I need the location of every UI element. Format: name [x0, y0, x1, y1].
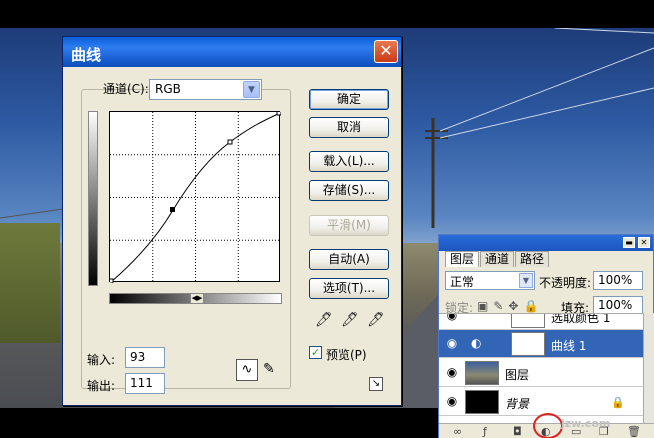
close-button[interactable]: ✕ [374, 40, 398, 63]
layer-name: 曲线 1 [551, 339, 587, 353]
layer-row[interactable]: ◉ 图层 [439, 359, 643, 387]
preview-label: 预览(P) [326, 348, 367, 362]
input-field[interactable]: 93 [125, 347, 165, 368]
layer-name: 图层 [505, 368, 530, 382]
layer-list: ◉ 选取颜色 1 ◉ ◐ 曲线 1 ◉ 图层 ◉ 背景 🔒 [439, 313, 643, 423]
blend-mode-value: 正常 [450, 275, 475, 289]
chevron-down-icon[interactable]: ▼ [519, 273, 533, 288]
auto-button[interactable]: 自动(A) [309, 249, 389, 270]
preview-checkbox[interactable]: ✓ [309, 346, 322, 359]
gray-eyedropper-icon[interactable]: 🖊 [341, 312, 359, 328]
curve-point-black[interactable] [108, 278, 114, 284]
fx-icon[interactable]: ƒ [483, 425, 487, 438]
gradient-toggle-icon[interactable]: ◀▶ [190, 293, 204, 304]
layers-scrollbar[interactable] [643, 313, 654, 423]
opacity-value: 100% [598, 273, 633, 287]
layers-panel: ▬ ✕ 图层 通道 路径 正常 ▼ 不透明度: 100% 锁定: ▣✎✥🔒 填充… [438, 234, 654, 438]
layer-thumbnail [465, 390, 499, 414]
highlight-circle [533, 413, 563, 438]
channel-label: 通道(C): [103, 82, 149, 96]
tab-paths[interactable]: 路径 [515, 251, 550, 267]
eye-icon[interactable]: ◉ [444, 336, 460, 350]
blend-mode-select[interactable]: 正常 ▼ [445, 271, 535, 290]
curve-grid [110, 112, 281, 283]
lock-icons[interactable]: ▣✎✥🔒 [477, 299, 543, 313]
layers-titlebar[interactable]: ▬ ✕ [439, 235, 653, 251]
eye-icon[interactable]: ◉ [444, 365, 460, 379]
fill-value: 100% [598, 298, 633, 312]
curves-dialog: 曲线 ✕ 通道(C): RGB ▼ ◀▶ 输入: 93 输出: 111 ∿ ✎ … [62, 36, 402, 406]
layer-row[interactable]: ◉ ◐ 曲线 1 [439, 330, 643, 358]
curve-point-white[interactable] [276, 110, 282, 116]
layer-row[interactable]: ◉ 选取颜色 1 [439, 313, 643, 330]
channel-value: RGB [155, 82, 181, 96]
chevron-down-icon[interactable]: ▼ [243, 81, 260, 98]
opacity-field[interactable]: 100% [593, 271, 643, 290]
channel-select[interactable]: RGB ▼ [149, 79, 262, 100]
trash-icon[interactable]: 🗑 [627, 425, 641, 438]
pencil-icon[interactable]: ✎ [263, 361, 275, 377]
tab-channels[interactable]: 通道 [480, 251, 515, 267]
layers-tabs: 图层 通道 路径 [445, 251, 550, 267]
opacity-label: 不透明度: [539, 276, 592, 290]
load-button[interactable]: 载入(L)... [309, 151, 389, 172]
curve-point-tool-icon[interactable]: ∿ [236, 359, 258, 381]
input-label: 输入: [87, 353, 116, 367]
screen: 曲线 ✕ 通道(C): RGB ▼ ◀▶ 输入: 93 输出: 111 ∿ ✎ … [0, 0, 654, 438]
dialog-title: 曲线 [71, 46, 102, 64]
white-eyedropper-icon[interactable]: 🖊 [367, 312, 385, 328]
mask-thumbnail [511, 332, 545, 356]
cancel-button[interactable]: 取消 [309, 117, 389, 138]
minimize-icon[interactable]: ▬ [623, 237, 635, 248]
curve-graph[interactable] [108, 110, 282, 284]
watermark: jzw.com [561, 417, 611, 430]
ok-button[interactable]: 确定 [309, 89, 389, 110]
mask-thumbnail [511, 314, 545, 328]
eye-icon[interactable]: ◉ [444, 314, 460, 322]
dialog-body: 通道(C): RGB ▼ ◀▶ 输入: 93 输出: 111 ∿ ✎ 确定 取消… [63, 67, 401, 405]
curve-canvas[interactable] [108, 110, 282, 284]
options-button[interactable]: 选项(T)... [309, 278, 389, 299]
layer-thumbnail [465, 361, 499, 385]
adjustment-icon: ◐ [471, 336, 482, 350]
dialog-titlebar[interactable]: 曲线 ✕ [63, 37, 401, 67]
link-icon[interactable]: ∞ [453, 425, 462, 438]
close-icon[interactable]: ✕ [638, 237, 650, 248]
layer-row[interactable]: ◉ 背景 🔒 [439, 388, 643, 416]
mask-icon[interactable]: ◘ [513, 425, 522, 438]
layer-name: 选取颜色 1 [551, 313, 611, 325]
tab-layers[interactable]: 图层 [445, 251, 480, 267]
layer-name: 背景 [505, 397, 530, 411]
curve-point[interactable] [227, 139, 233, 145]
top-black-bar [0, 0, 654, 28]
lock-icon: 🔒 [611, 396, 625, 409]
eye-icon[interactable]: ◉ [444, 394, 460, 408]
output-gradient-bar [88, 111, 98, 286]
black-eyedropper-icon[interactable]: 🖊 [315, 312, 333, 328]
expand-icon[interactable]: ↘ [369, 377, 383, 391]
save-button[interactable]: 存储(S)... [309, 180, 389, 201]
output-label: 输出: [87, 379, 116, 393]
curve-point-active[interactable] [170, 207, 175, 212]
smooth-button[interactable]: 平滑(M) [309, 215, 389, 236]
output-field[interactable]: 111 [125, 373, 165, 394]
input-gradient-bar: ◀▶ [109, 293, 282, 304]
